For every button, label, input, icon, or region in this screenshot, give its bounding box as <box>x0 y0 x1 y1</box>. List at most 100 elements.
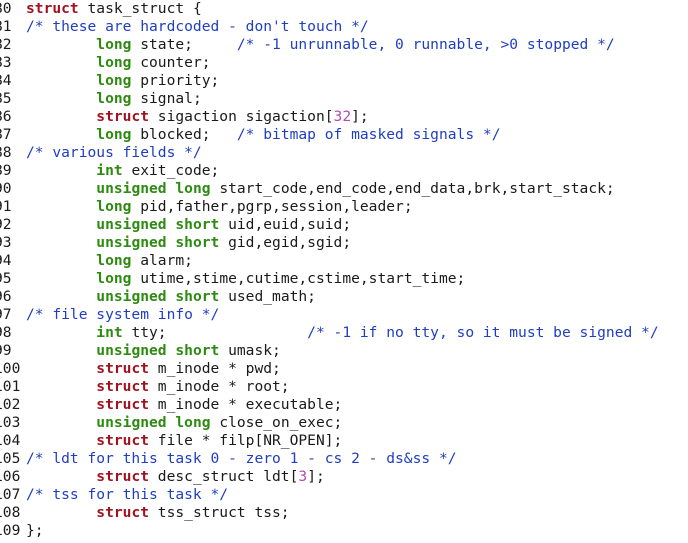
line-number: 101 <box>0 378 21 395</box>
code-line[interactable]: 97 /* file system info */ <box>0 306 659 324</box>
code-line[interactable]: 100 struct m_inode * pwd; <box>0 360 659 378</box>
line-number: 97 <box>0 306 12 323</box>
code-line[interactable]: 91 long pid,father,pgrp,session,leader; <box>0 198 659 216</box>
code-editor[interactable]: 80 struct task_struct { 81 /* these are har… <box>0 0 659 540</box>
code-line[interactable]: 85 long signal; <box>0 90 659 108</box>
code-text: tty; <box>122 324 308 341</box>
code-text: file * filp[NR_OPEN]; <box>149 432 343 449</box>
code-line[interactable]: 106 struct desc_struct ldt[3]; <box>0 468 659 486</box>
code-keyword: long <box>96 270 132 287</box>
code-line[interactable]: 96 unsigned short used_math; <box>0 288 659 306</box>
code-text: m_inode * pwd; <box>149 360 281 377</box>
code-text: priority; <box>131 72 220 89</box>
code-line[interactable]: 80 struct task_struct { <box>0 0 659 18</box>
code-keyword: struct <box>26 0 79 17</box>
code-text: task_struct { <box>78 0 202 17</box>
code-text: signal; <box>131 90 202 107</box>
line-number: 85 <box>0 90 12 107</box>
code-line[interactable]: 94 long alarm; <box>0 252 659 270</box>
line-number: 108 <box>0 504 21 521</box>
code-keyword: unsigned short <box>96 288 220 305</box>
code-text: sigaction sigaction[ <box>149 108 334 125</box>
code-line[interactable]: 82 long state; /* -1 unrunnable, 0 runna… <box>0 36 659 54</box>
code-line[interactable]: 105 /* ldt for this task 0 - zero 1 - cs … <box>0 450 659 468</box>
code-line[interactable]: 92 unsigned short uid,euid,suid; <box>0 216 659 234</box>
line-number: 106 <box>0 468 21 485</box>
code-line[interactable]: 99 unsigned short umask; <box>0 342 659 360</box>
code-line[interactable]: 84 long priority; <box>0 72 659 90</box>
code-comment: /* file system info */ <box>26 306 220 323</box>
line-number: 88 <box>0 144 12 161</box>
code-line[interactable]: 89 int exit_code; <box>0 162 659 180</box>
code-text: alarm; <box>131 252 193 269</box>
code-line[interactable]: 93 unsigned short gid,egid,sgid; <box>0 234 659 252</box>
code-keyword: unsigned long <box>96 414 211 431</box>
code-comment: /* these are hardcoded - don't touch */ <box>26 18 369 35</box>
code-keyword: struct <box>96 108 150 125</box>
code-text: }; <box>26 522 44 539</box>
code-line[interactable]: 109}; <box>0 522 659 540</box>
code-line[interactable]: 98 int tty; /* -1 if no tty, so it must … <box>0 324 659 342</box>
code-line[interactable]: 87 long blocked; /* bitmap of masked sig… <box>0 126 659 144</box>
line-number: 89 <box>0 162 12 179</box>
code-line[interactable]: 107 /* tss for this task */ <box>0 486 659 504</box>
code-keyword: long <box>96 198 132 215</box>
code-text: pid,father,pgrp,session,leader; <box>131 198 413 215</box>
code-text: desc_struct ldt[ <box>149 468 299 485</box>
line-number: 81 <box>0 18 12 35</box>
code-line[interactable]: 86 struct sigaction sigaction[32]; <box>0 108 659 126</box>
line-number: 99 <box>0 342 12 359</box>
code-keyword: long <box>96 72 132 89</box>
line-number: 93 <box>0 234 12 251</box>
line-number: 94 <box>0 252 12 269</box>
code-line[interactable]: 102 struct m_inode * executable; <box>0 396 659 414</box>
code-text: counter; <box>131 54 211 71</box>
line-number: 80 <box>0 0 12 17</box>
code-line[interactable]: 83 long counter; <box>0 54 659 72</box>
line-number: 107 <box>0 486 21 503</box>
code-keyword: struct <box>96 504 150 521</box>
code-line[interactable]: 108 struct tss_struct tss; <box>0 504 659 522</box>
code-line[interactable]: 88 /* various fields */ <box>0 144 659 162</box>
line-number: 90 <box>0 180 12 197</box>
line-number: 104 <box>0 432 21 449</box>
code-keyword: unsigned short <box>96 234 220 251</box>
code-keyword: unsigned short <box>96 342 220 359</box>
line-number: 82 <box>0 36 12 53</box>
code-keyword: long <box>96 126 132 143</box>
code-text: utime,stime,cutime,cstime,start_time; <box>131 270 466 287</box>
line-number: 91 <box>0 198 12 215</box>
code-text: exit_code; <box>122 162 220 179</box>
code-line[interactable]: 81 /* these are hardcoded - don't touch *… <box>0 18 659 36</box>
code-text: used_math; <box>219 288 316 305</box>
code-text: state; <box>131 36 237 53</box>
code-comment: /* ldt for this task 0 - zero 1 - cs 2 -… <box>26 450 457 467</box>
code-line[interactable]: 95 long utime,stime,cutime,cstime,start_… <box>0 270 659 288</box>
line-number: 96 <box>0 288 12 305</box>
code-line[interactable]: 90 unsigned long start_code,end_code,end… <box>0 180 659 198</box>
code-keyword: long <box>96 90 132 107</box>
code-text: gid,egid,sgid; <box>219 234 352 251</box>
code-line[interactable]: 103 unsigned long close_on_exec; <box>0 414 659 432</box>
code-text: tss_struct tss; <box>149 504 290 521</box>
line-number: 87 <box>0 126 12 143</box>
code-number: 3 <box>298 468 308 485</box>
code-keyword: long <box>96 36 132 53</box>
code-line[interactable]: 101 struct m_inode * root; <box>0 378 659 396</box>
line-number: 86 <box>0 108 12 125</box>
code-line[interactable]: 104 struct file * filp[NR_OPEN]; <box>0 432 659 450</box>
